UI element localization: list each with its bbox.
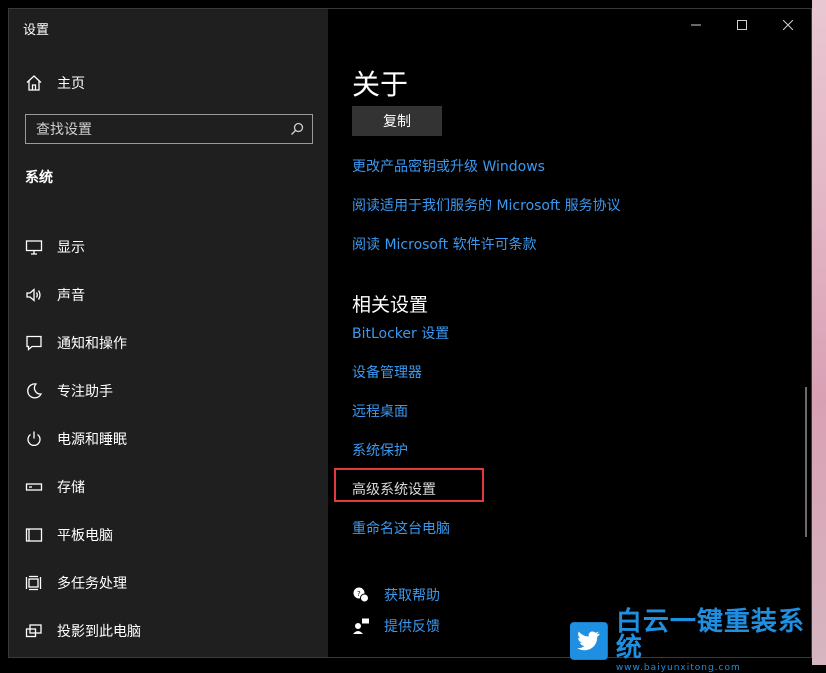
page-title: 关于	[352, 68, 409, 101]
close-icon	[783, 20, 793, 30]
desktop-background	[812, 0, 826, 665]
feedback-link[interactable]: 提供反馈	[352, 616, 440, 636]
scrollbar[interactable]	[805, 387, 807, 537]
sidebar-item-multitasking[interactable]: 多任务处理	[25, 559, 305, 607]
power-icon	[27, 431, 41, 446]
link-service-agreement[interactable]: 阅读适用于我们服务的 Microsoft 服务协议	[352, 195, 621, 215]
watermark-en: www.baiyunxitong.com	[615, 663, 741, 673]
settings-window: 设置 主页 查找设置 系统 显示 声音 通知和操作 专注助手 电源和睡眠 存储 …	[8, 8, 812, 658]
sidebar-item-tablet[interactable]: 平板电脑	[25, 511, 305, 559]
sidebar-item-label: 显示	[57, 240, 85, 256]
link-advanced-system-settings[interactable]: 高级系统设置	[352, 479, 436, 499]
sidebar-item-label: 专注助手	[57, 384, 113, 400]
search-input[interactable]: 查找设置	[25, 114, 313, 144]
sidebar-item-display[interactable]: 显示	[25, 223, 305, 271]
tablet-icon	[25, 528, 43, 542]
sidebar: 设置 主页 查找设置 系统 显示 声音 通知和操作 专注助手 电源和睡眠 存储 …	[9, 9, 328, 657]
maximize-icon	[737, 20, 747, 30]
link-device-manager[interactable]: 设备管理器	[352, 362, 422, 382]
sidebar-item-sound[interactable]: 声音	[25, 271, 305, 319]
sidebar-item-label: 投影到此电脑	[57, 624, 141, 640]
sidebar-item-power-sleep[interactable]: 电源和睡眠	[25, 415, 305, 463]
speaker-icon	[26, 288, 41, 302]
storage-icon	[25, 483, 43, 491]
svg-text:?: ?	[357, 590, 361, 598]
sidebar-item-storage[interactable]: 存储	[25, 463, 305, 511]
link-rename-pc[interactable]: 重命名这台电脑	[352, 518, 450, 538]
twitter-bird-icon	[570, 622, 608, 660]
related-settings-heading: 相关设置	[352, 294, 429, 316]
search-placeholder: 查找设置	[36, 122, 92, 138]
sidebar-item-label: 平板电脑	[57, 528, 113, 544]
copy-button[interactable]: 复制	[352, 106, 442, 136]
sidebar-home-label: 主页	[57, 76, 85, 92]
monitor-icon	[25, 240, 43, 255]
get-help-link[interactable]: ? 获取帮助	[352, 585, 440, 605]
sidebar-home[interactable]: 主页	[25, 71, 85, 95]
feedback-icon	[353, 618, 369, 634]
sidebar-item-notifications[interactable]: 通知和操作	[25, 319, 305, 367]
main-content: 关于 复制 更改产品密钥或升级 Windows 阅读适用于我们服务的 Micro…	[328, 9, 811, 657]
link-change-product-key[interactable]: 更改产品密钥或升级 Windows	[352, 156, 545, 176]
sidebar-section-label: 系统	[25, 170, 53, 186]
notification-icon	[26, 335, 42, 351]
sidebar-item-project[interactable]: 投影到此电脑	[25, 607, 305, 655]
home-icon	[26, 75, 42, 91]
sidebar-item-label: 多任务处理	[57, 576, 127, 592]
sidebar-item-label: 声音	[57, 288, 85, 304]
feedback-label: 提供反馈	[384, 619, 440, 635]
get-help-label: 获取帮助	[384, 588, 440, 604]
window-title: 设置	[23, 23, 50, 38]
multitask-icon	[25, 575, 42, 591]
link-system-protection[interactable]: 系统保护	[352, 440, 408, 460]
sidebar-item-label: 电源和睡眠	[57, 432, 127, 448]
window-controls	[673, 9, 811, 41]
link-bitlocker[interactable]: BitLocker 设置	[352, 323, 449, 343]
link-remote-desktop[interactable]: 远程桌面	[352, 401, 408, 421]
watermark-logo: 白云一键重装系统 www.baiyunxitong.com	[570, 609, 820, 673]
project-icon	[25, 624, 42, 638]
help-chat-icon: ?	[353, 587, 369, 603]
search-icon[interactable]	[290, 122, 304, 136]
sidebar-item-label: 通知和操作	[57, 336, 127, 352]
sidebar-item-focus-assist[interactable]: 专注助手	[25, 367, 305, 415]
minimize-icon	[691, 24, 701, 26]
moon-icon	[27, 383, 43, 399]
sidebar-nav: 显示 声音 通知和操作 专注助手 电源和睡眠 存储 平板电脑 多任务处理 投影到…	[25, 223, 305, 655]
close-button[interactable]	[765, 9, 811, 41]
minimize-button[interactable]	[673, 9, 719, 41]
link-license-terms[interactable]: 阅读 Microsoft 软件许可条款	[352, 234, 537, 254]
sidebar-item-label: 存储	[57, 480, 85, 496]
watermark-cn: 白云一键重装系统	[615, 607, 805, 663]
maximize-button[interactable]	[719, 9, 765, 41]
